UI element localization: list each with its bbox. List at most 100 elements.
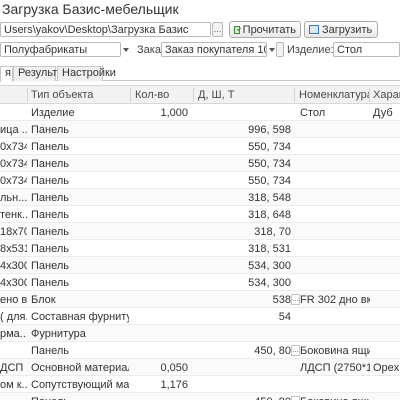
cell-name: 0x734 xyxy=(0,141,27,153)
cell-name xyxy=(0,107,27,120)
cell-qty xyxy=(130,260,188,273)
cell-type: Панель xyxy=(31,345,70,357)
header-extra[interactable]: Харак xyxy=(373,89,400,101)
cell-extra xyxy=(373,141,400,154)
cell-name xyxy=(0,345,27,358)
table-row[interactable]: льн... Панель 318, 548 xyxy=(0,189,400,206)
cell-dims: 318, 70 xyxy=(254,226,291,238)
cell-nomenclature: FR 302 дно вкладн... xyxy=(300,294,370,306)
cell-extra xyxy=(373,396,400,400)
cell-extra xyxy=(373,345,400,358)
table-row[interactable]: 4x300 Панель 534, 300 xyxy=(0,257,400,274)
cell-qty xyxy=(130,209,188,222)
load-button[interactable]: Загрузить xyxy=(304,21,378,38)
cell-type: Фурнитура xyxy=(31,328,86,340)
cell-dims: 450, 80 xyxy=(254,345,291,357)
cell-name: 4x300 xyxy=(0,260,27,272)
cell-dims: 550, 734 xyxy=(248,158,291,170)
table-row[interactable]: ( для... Составная фурнитура 54 xyxy=(0,308,400,325)
table-row[interactable]: ом к... Сопутствующий материал 1,176 xyxy=(0,376,400,393)
cell-dims xyxy=(196,379,291,392)
cell-nomenclature xyxy=(300,141,370,154)
cell-select-button[interactable]: ... xyxy=(291,396,300,400)
cell-dims: 538 xyxy=(272,294,291,306)
table-row[interactable]: Панель 450, 80 Боковина ящика пе...... xyxy=(0,342,400,359)
load-button-label: Загрузить xyxy=(322,23,373,36)
table-row[interactable]: тенк... Панель 318, 648 xyxy=(0,206,400,223)
cell-qty xyxy=(130,277,188,290)
tab-source[interactable]: я xyxy=(0,66,13,82)
cell-nomenclature xyxy=(300,311,370,324)
cell-extra xyxy=(373,294,400,307)
product-field[interactable]: Стол xyxy=(333,42,400,57)
cell-extra xyxy=(373,124,400,137)
cell-nomenclature: Боковина ящика пе... xyxy=(300,345,370,357)
tab-bar: я Результат Настройки xyxy=(0,66,400,82)
tab-result[interactable]: Результат xyxy=(13,66,68,81)
header-dims[interactable]: Д, Ш, Т xyxy=(198,89,288,101)
cell-dims: 318, 548 xyxy=(248,192,291,204)
table-row[interactable]: 8x531 Панель 318, 531 xyxy=(0,240,400,257)
header-qty[interactable]: Кол-во xyxy=(135,89,190,101)
cell-type: Панель xyxy=(31,192,70,204)
cell-name: ом к... xyxy=(0,379,27,391)
cell-qty xyxy=(130,243,188,256)
cell-name: льн... xyxy=(0,192,27,204)
cell-qty xyxy=(130,311,188,324)
browse-button[interactable]: ... xyxy=(212,22,223,37)
chevron-down-icon[interactable] xyxy=(269,48,275,52)
product-label: Изделие: xyxy=(287,44,334,56)
order-open-button[interactable] xyxy=(276,42,284,57)
table-row[interactable]: ДСП ... Основной материал 0,050 ЛДСП (2750*… xyxy=(0,359,400,376)
tab-settings[interactable]: Настройки xyxy=(57,66,116,81)
cell-name: ица ... xyxy=(0,124,27,136)
table-row[interactable]: Панель 450, 80 Боковина ящика пр...... xyxy=(0,393,400,400)
table-row[interactable]: 0x734 Панель 550, 734 xyxy=(0,172,400,189)
cell-extra xyxy=(373,158,400,171)
cell-dims xyxy=(196,362,291,375)
table-row[interactable]: 0x734 Панель 550, 734 xyxy=(0,138,400,155)
table-row[interactable]: ица ... Панель 996, 598 xyxy=(0,121,400,138)
table-row[interactable]: 4x300 Панель 534, 300 xyxy=(0,274,400,291)
chevron-down-icon[interactable] xyxy=(123,48,129,52)
cell-type: Панель xyxy=(31,243,70,255)
read-button[interactable]: Прочитать xyxy=(229,21,301,38)
cell-name: рма... xyxy=(0,328,27,340)
cell-extra xyxy=(373,379,400,392)
cell-name xyxy=(0,396,27,400)
cell-select-button[interactable]: ... xyxy=(291,294,300,305)
cell-qty: 1,176 xyxy=(160,379,188,391)
file-path-field[interactable]: Users\yakov\Desktop\Загрузка Базис xyxy=(0,22,211,37)
cell-select-button[interactable]: ... xyxy=(291,345,300,356)
cell-name: 4x300 xyxy=(0,277,27,289)
cell-name: ДСП ... xyxy=(0,362,27,374)
cell-nomenclature xyxy=(300,209,370,222)
order-field[interactable]: Заказ покупателя 10969 от xyxy=(161,42,267,57)
header-type[interactable]: Тип объекта xyxy=(31,89,126,101)
table-row[interactable]: ено в... Блок 538 FR 302 дно вкладн...... xyxy=(0,291,400,308)
cell-qty xyxy=(130,124,188,137)
cell-type: Панель xyxy=(31,226,70,238)
cell-extra: Дуб xyxy=(373,107,393,119)
cell-dims: 54 xyxy=(278,311,291,323)
table-row[interactable]: 0x734 Панель 550, 734 xyxy=(0,155,400,172)
cell-qty: 1,000 xyxy=(160,107,188,119)
read-icon xyxy=(234,25,242,34)
load-icon xyxy=(309,25,319,34)
cell-type: Панель xyxy=(31,209,70,221)
cell-type: Панель xyxy=(31,141,70,153)
header-nomenclature[interactable]: Номенклатура xyxy=(299,89,369,101)
table-row[interactable]: рма... Фурнитура xyxy=(0,325,400,342)
cell-nomenclature: Стол xyxy=(300,107,326,119)
cell-qty: 0,050 xyxy=(160,362,188,374)
table-row[interactable]: 18x70 Панель 318, 70 xyxy=(0,223,400,240)
table-row[interactable]: Изделие 1,000 Стол Дуб xyxy=(0,104,400,121)
cell-qty xyxy=(130,192,188,205)
semi-products-select[interactable]: Полуфабрикаты xyxy=(0,42,121,57)
grid-header: Тип объекта Кол-во Д, Ш, Т Номенклатура … xyxy=(0,85,400,104)
cell-qty xyxy=(130,328,188,341)
cell-name: ено в... xyxy=(0,294,27,306)
cell-type: Основной материал xyxy=(31,362,129,374)
cell-type: Панель xyxy=(31,260,70,272)
cell-extra xyxy=(373,311,400,324)
